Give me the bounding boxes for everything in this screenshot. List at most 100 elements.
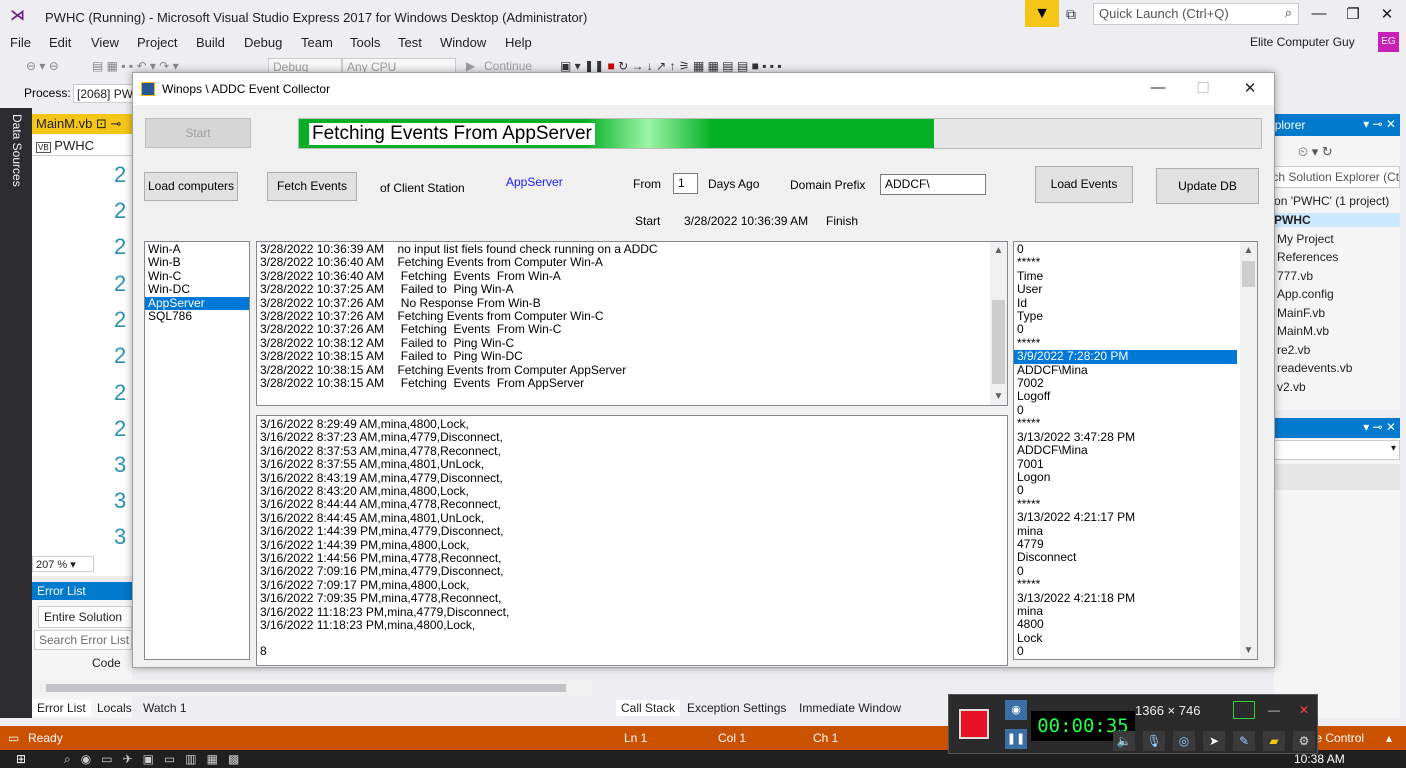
- solution-explorer-search[interactable]: Search Solution Explorer (Ctrl+;): [1274, 166, 1400, 188]
- detail-row[interactable]: 7002: [1014, 376, 1237, 390]
- event-row[interactable]: 3/16/2022 7:09:17 PM,mina,4800,Lock,: [257, 578, 1007, 592]
- tab-watch-1[interactable]: Watch 1: [138, 700, 192, 716]
- detail-row[interactable]: Logon: [1014, 470, 1237, 484]
- tab-exception-settings[interactable]: Exception Settings: [682, 700, 791, 716]
- tab-immediate-window[interactable]: Immediate Window: [794, 700, 906, 716]
- menu-team[interactable]: Team: [301, 35, 333, 50]
- tree-item[interactable]: App.config: [1277, 287, 1334, 301]
- log-row[interactable]: 3/28/2022 10:37:26 AM Fetching Events fr…: [257, 309, 1007, 323]
- horizontal-scrollbar[interactable]: [32, 680, 592, 696]
- menu-window[interactable]: Window: [440, 35, 486, 50]
- zoom-dropdown[interactable]: 207 % ▾: [32, 556, 94, 572]
- debug-toolbar-icons[interactable]: ▣ ▾ ❚❚ ■ ↻ → ↓ ↗ ↑ ⚞ ▦ ▦ ▤ ▤ ■ ▪ ▪ ▪: [560, 59, 782, 73]
- menu-file[interactable]: File: [10, 35, 31, 50]
- menu-build[interactable]: Build: [196, 35, 225, 50]
- detail-row[interactable]: 7001: [1014, 457, 1237, 471]
- detail-row[interactable]: 3/13/2022 3:47:28 PM: [1014, 430, 1237, 444]
- event-row[interactable]: 3/16/2022 8:37:53 AM,mina,4778,Reconnect…: [257, 444, 1007, 458]
- taskbar-app-icons[interactable]: ⌕ ◉ ▭ ✈ ▣ ▭ ▥ ▦ ▩: [64, 752, 239, 767]
- event-row[interactable]: 3/16/2022 8:43:19 AM,mina,4779,Disconnec…: [257, 471, 1007, 485]
- data-sources-tab[interactable]: Data Sources: [10, 114, 24, 187]
- detail-row[interactable]: 0: [1014, 644, 1237, 658]
- detail-row[interactable]: 0: [1014, 403, 1237, 417]
- fetch-events-button[interactable]: Fetch Events: [267, 172, 357, 201]
- detail-row[interactable]: 0: [1014, 242, 1237, 256]
- event-row[interactable]: 3/16/2022 11:18:23 PM,mina,4779,Disconne…: [257, 605, 1007, 619]
- properties-object-dropdown[interactable]: ▾: [1274, 440, 1400, 460]
- computers-listbox[interactable]: Win-A Win-B Win-C Win-DC AppServer SQL786: [144, 241, 250, 660]
- panel-controls-icon[interactable]: ▾ ⊸ ✕: [1363, 420, 1396, 434]
- detail-row[interactable]: Logoff: [1014, 390, 1237, 404]
- log-row[interactable]: 3/28/2022 10:37:26 AM Fetching Events Fr…: [257, 323, 1007, 337]
- menu-debug[interactable]: Debug: [244, 35, 282, 50]
- scrollbar-thumb[interactable]: [992, 300, 1005, 384]
- detail-row[interactable]: mina: [1014, 604, 1237, 618]
- scrollbar-thumb[interactable]: [1242, 261, 1255, 287]
- tree-item[interactable]: MainF.vb: [1277, 306, 1325, 320]
- detail-row[interactable]: 3/13/2022 4:21:17 PM: [1014, 510, 1237, 524]
- region-icon[interactable]: [1233, 701, 1255, 719]
- computer-list-item[interactable]: Win-A: [145, 242, 249, 256]
- tab-call-stack[interactable]: Call Stack: [616, 700, 681, 716]
- source-control-label[interactable]: Add to Source Control: [1310, 731, 1364, 745]
- webcam-icon[interactable]: ◎: [1173, 731, 1195, 751]
- panel-controls-icon[interactable]: ▾ ⊸ ✕: [1363, 117, 1396, 131]
- detail-row[interactable]: Type: [1014, 309, 1237, 323]
- log-row[interactable]: 3/28/2022 10:36:40 AM Fetching Events Fr…: [257, 269, 1007, 283]
- event-row[interactable]: 3/16/2022 1:44:39 PM,mina,4800,Lock,: [257, 538, 1007, 552]
- pause-icon[interactable]: ❚❚: [1005, 729, 1027, 749]
- detail-row[interactable]: Time: [1014, 269, 1237, 283]
- error-search-input[interactable]: Search Error List: [34, 630, 132, 650]
- close-icon[interactable]: ✕: [1293, 701, 1315, 719]
- event-row[interactable]: 3/16/2022 1:44:39 PM,mina,4779,Disconnec…: [257, 524, 1007, 538]
- computer-list-item[interactable]: SQL786: [145, 309, 249, 323]
- vs-maximize-button[interactable]: ❐: [1340, 5, 1366, 23]
- scroll-up-icon[interactable]: ▲: [1240, 242, 1257, 259]
- log-row[interactable]: 3/28/2022 10:37:25 AM Failed to Ping Win…: [257, 282, 1007, 296]
- back-icon[interactable]: ⊖ ▾ ⊖: [26, 59, 59, 73]
- detail-row[interactable]: 0: [1014, 483, 1237, 497]
- dialog-close-button[interactable]: ✕: [1235, 79, 1265, 97]
- pen-icon[interactable]: ✎: [1233, 731, 1255, 751]
- event-row[interactable]: 3/16/2022 8:43:20 AM,mina,4800,Lock,: [257, 484, 1007, 498]
- event-row[interactable]: 3/16/2022 8:44:45 AM,mina,4801,UnLock,: [257, 511, 1007, 525]
- tree-item[interactable]: 777.vb: [1277, 269, 1313, 283]
- log-row[interactable]: 3/28/2022 10:36:39 AM no input list fiel…: [257, 242, 1007, 256]
- start-button[interactable]: Start: [145, 118, 251, 148]
- windows-start-icon[interactable]: ⊞: [16, 752, 26, 766]
- log-listbox[interactable]: 3/28/2022 10:36:39 AM no input list fiel…: [256, 241, 1008, 406]
- log-row[interactable]: 3/28/2022 10:38:15 AM Failed to Ping Win…: [257, 349, 1007, 363]
- tree-item[interactable]: My Project: [1277, 232, 1334, 246]
- code-column-header[interactable]: Code: [92, 656, 121, 670]
- detail-row[interactable]: *****: [1014, 497, 1237, 511]
- microphone-icon[interactable]: 🎙: [1143, 731, 1165, 751]
- load-computers-button[interactable]: Load computers: [144, 172, 238, 201]
- dialog-minimize-button[interactable]: —: [1143, 79, 1173, 96]
- days-input[interactable]: 1: [673, 173, 698, 194]
- tab-locals[interactable]: Locals: [92, 700, 137, 716]
- detail-row[interactable]: mina: [1014, 524, 1237, 538]
- computer-list-item[interactable]: Win-DC: [145, 282, 249, 296]
- detail-row[interactable]: *****: [1014, 336, 1237, 350]
- event-row[interactable]: 3/16/2022 7:09:16 PM,mina,4779,Disconnec…: [257, 565, 1007, 579]
- event-row[interactable]: 3/16/2022 11:18:23 PM,mina,4800,Lock,: [257, 618, 1007, 632]
- tree-item[interactable]: re2.vb: [1277, 343, 1310, 357]
- filter-icon[interactable]: ▼: [1025, 0, 1059, 27]
- detail-row[interactable]: ADDCF\Mina: [1014, 443, 1237, 457]
- detail-row[interactable]: 0: [1014, 323, 1237, 337]
- detail-row[interactable]: User: [1014, 282, 1237, 296]
- camera-icon[interactable]: ◉: [1005, 700, 1027, 720]
- detail-row[interactable]: 3/13/2022 4:21:18 PM: [1014, 591, 1237, 605]
- computer-list-item[interactable]: Win-C: [145, 269, 249, 283]
- scroll-up-icon[interactable]: ▲: [990, 242, 1007, 259]
- folder-icon[interactable]: ▰: [1263, 731, 1285, 751]
- event-row[interactable]: 3/16/2022 1:44:56 PM,mina,4778,Reconnect…: [257, 551, 1007, 565]
- detail-row[interactable]: Id: [1014, 296, 1237, 310]
- dialog-maximize-button[interactable]: ☐: [1188, 79, 1218, 97]
- log-row[interactable]: 3/28/2022 10:38:15 AM Fetching Events Fr…: [257, 376, 1007, 390]
- details-vertical-scrollbar[interactable]: ▲ ▼: [1240, 242, 1257, 659]
- log-vertical-scrollbar[interactable]: ▲ ▼: [990, 242, 1007, 405]
- domain-prefix-input[interactable]: ADDCF\: [880, 174, 986, 195]
- quick-launch-input[interactable]: Quick Launch (Ctrl+Q) ⌕: [1093, 3, 1299, 25]
- editor-nav-dropdown[interactable]: VB PWHC: [32, 136, 132, 156]
